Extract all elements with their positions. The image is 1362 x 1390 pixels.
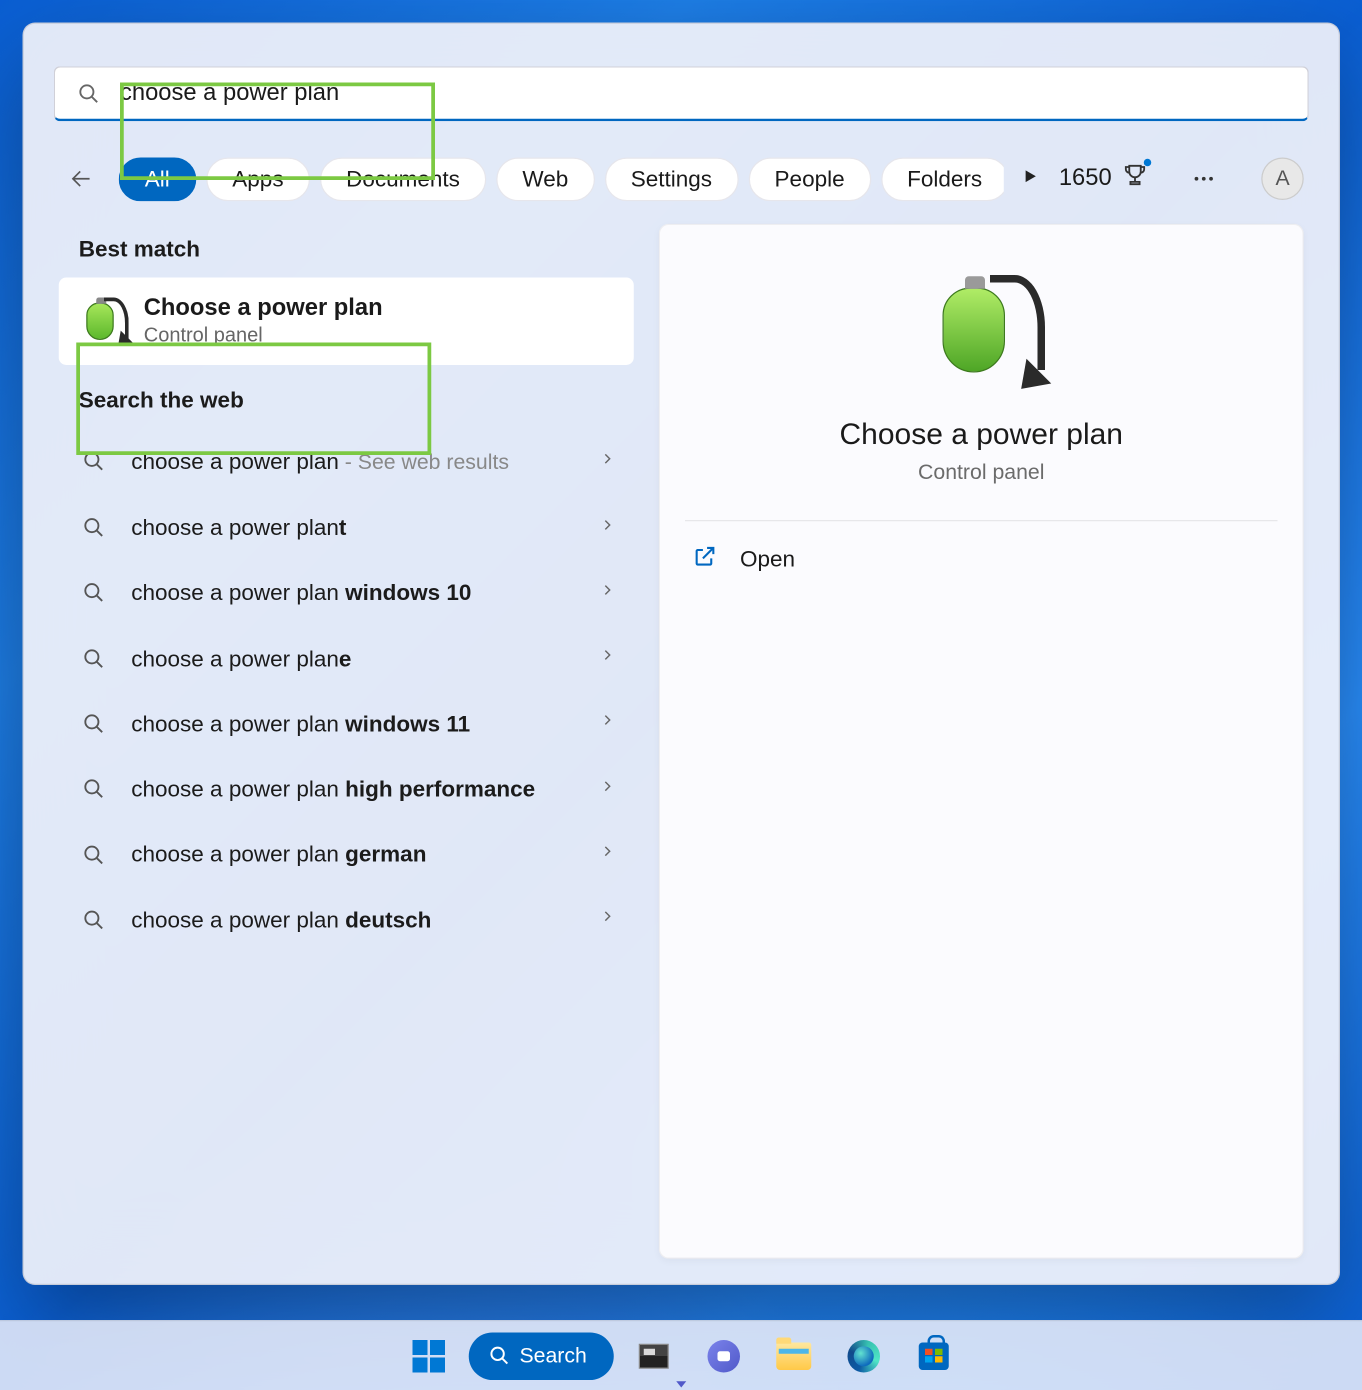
search-bar[interactable] (54, 66, 1309, 121)
ellipsis-icon (1192, 166, 1217, 191)
preview-power-plan-icon (925, 275, 1038, 388)
taskbar: Search (0, 1320, 1362, 1390)
chevron-right-icon (599, 450, 617, 474)
preview-title: Choose a power plan (839, 418, 1123, 453)
preview-subtitle: Control panel (918, 460, 1044, 485)
user-avatar[interactable]: A (1261, 158, 1303, 201)
web-result-2[interactable]: choose a power plan windows 10 (59, 560, 634, 625)
chevron-right-icon (599, 581, 617, 605)
search-input[interactable] (120, 79, 1285, 107)
web-result-3[interactable]: choose a power plane (59, 626, 634, 691)
power-plan-icon (79, 298, 127, 346)
filter-people[interactable]: People (748, 157, 871, 201)
search-panel: All Apps Documents Web Settings People F… (23, 23, 1341, 1286)
chevron-right-icon (599, 516, 617, 540)
web-result-5[interactable]: choose a power plan high performance (59, 756, 634, 821)
search-icon (76, 712, 111, 735)
web-results-list: choose a power plan - See web results cho… (59, 429, 634, 953)
back-button[interactable] (59, 156, 104, 201)
web-result-text: choose a power plant (131, 512, 579, 542)
file-explorer-button[interactable] (764, 1329, 824, 1382)
open-label: Open (740, 546, 795, 572)
task-view-button[interactable] (624, 1329, 684, 1382)
web-result-1[interactable]: choose a power plant (59, 495, 634, 560)
web-result-7[interactable]: choose a power plan deutsch (59, 887, 634, 952)
rewards-button[interactable]: 1650 (1059, 161, 1149, 196)
rewards-points: 1650 (1059, 165, 1112, 193)
web-result-text: choose a power plan windows 11 (131, 709, 579, 739)
filter-documents[interactable]: Documents (320, 157, 486, 201)
start-button[interactable] (398, 1329, 458, 1382)
avatar-initial: A (1275, 166, 1289, 191)
filter-settings[interactable]: Settings (604, 157, 738, 201)
web-result-text: choose a power plan windows 10 (131, 578, 579, 608)
web-result-text: choose a power plan - See web results (131, 446, 579, 477)
store-button[interactable] (904, 1329, 964, 1382)
search-web-heading: Search the web (59, 375, 634, 429)
windows-logo-icon (412, 1339, 445, 1372)
best-match-subtitle: Control panel (144, 325, 383, 348)
web-result-text: choose a power plane (131, 643, 579, 673)
filter-row: All Apps Documents Web Settings People F… (24, 139, 1339, 212)
chat-icon (708, 1339, 741, 1372)
taskbar-search-label: Search (519, 1343, 586, 1368)
chat-button[interactable] (694, 1329, 754, 1382)
filter-scroller: All Apps Documents Web Settings People F… (119, 157, 1004, 201)
search-icon (76, 451, 111, 474)
chevron-right-icon (599, 646, 617, 670)
search-icon (76, 909, 111, 932)
filter-web[interactable]: Web (496, 157, 594, 201)
search-icon (76, 647, 111, 670)
preview-pane: Choose a power plan Control panel Open (659, 224, 1304, 1259)
task-view-icon (639, 1343, 669, 1368)
more-options-button[interactable] (1182, 156, 1227, 201)
web-result-4[interactable]: choose a power plan windows 11 (59, 691, 634, 756)
folder-icon (777, 1342, 812, 1370)
search-icon (78, 82, 101, 105)
filter-all[interactable]: All (119, 157, 197, 201)
open-external-icon (693, 544, 718, 569)
web-result-text: choose a power plan high performance (131, 774, 579, 804)
chevron-right-icon (599, 843, 617, 867)
best-match-heading: Best match (59, 224, 634, 278)
chevron-right-icon (599, 712, 617, 736)
filter-apps[interactable]: Apps (206, 157, 310, 201)
taskbar-search-button[interactable]: Search (468, 1332, 614, 1380)
search-icon (488, 1345, 509, 1366)
filter-scroll-right[interactable] (1021, 167, 1039, 191)
edge-button[interactable] (834, 1329, 894, 1382)
open-action[interactable]: Open (660, 521, 1303, 597)
edge-icon (848, 1339, 881, 1372)
web-result-text: choose a power plan german (131, 839, 579, 869)
search-icon (76, 778, 111, 801)
search-icon (76, 516, 111, 539)
web-result-6[interactable]: choose a power plan german (59, 822, 634, 887)
chevron-right-icon (599, 777, 617, 801)
chevron-right-icon (599, 908, 617, 932)
search-icon (76, 843, 111, 866)
search-icon (76, 582, 111, 605)
store-icon (919, 1342, 949, 1370)
filter-folders[interactable]: Folders (881, 157, 1004, 201)
best-match-title: Choose a power plan (144, 295, 383, 323)
best-match-result[interactable]: Choose a power plan Control panel (59, 278, 634, 366)
web-result-0[interactable]: choose a power plan - See web results (59, 429, 634, 495)
notification-dot (1144, 159, 1152, 167)
web-result-text: choose a power plan deutsch (131, 905, 579, 935)
results-column: Best match Choose a power plan Control p… (59, 224, 634, 1259)
